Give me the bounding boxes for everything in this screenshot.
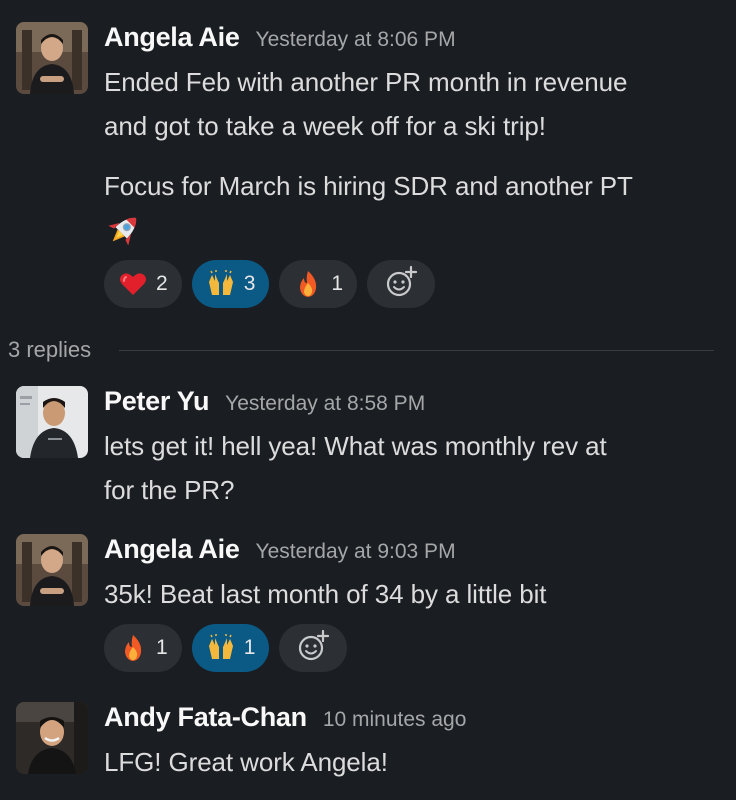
author-name[interactable]: Angela Aie <box>104 22 240 53</box>
add-reaction-button[interactable] <box>279 624 348 672</box>
person-avatar-peter-icon <box>16 386 88 458</box>
reaction-count: 2 <box>156 272 168 295</box>
avatar[interactable] <box>16 386 88 458</box>
reaction-red-heart[interactable]: 2 <box>104 260 182 308</box>
timestamp[interactable]: Yesterday at 9:03 PM <box>256 540 456 564</box>
reaction-count: 3 <box>243 272 256 295</box>
add-emoji-icon <box>296 629 330 668</box>
message-text: Ended Feb with another PR month in reven… <box>104 67 628 141</box>
author-name[interactable]: Peter Yu <box>104 386 209 417</box>
reaction-raising-hands[interactable]: 1 <box>191 624 270 672</box>
reactions-bar: 1 1 <box>104 624 720 672</box>
avatar[interactable] <box>16 22 88 94</box>
reaction-fire[interactable]: 1 <box>279 260 358 308</box>
person-avatar-angela-icon <box>16 534 88 606</box>
raising-hands-icon <box>206 633 236 663</box>
reaction-count: 1 <box>156 636 168 659</box>
message-text: lets get it! hell yea! What was monthly … <box>104 431 607 505</box>
timestamp[interactable]: Yesterday at 8:06 PM <box>256 28 456 52</box>
reaction-raising-hands[interactable]: 3 <box>191 260 270 308</box>
rocket-icon <box>104 208 720 252</box>
divider <box>119 349 714 351</box>
reactions-bar: 2 3 1 <box>104 260 720 308</box>
message-text: LFG! Great work Angela! <box>104 747 388 777</box>
timestamp[interactable]: Yesterday at 8:58 PM <box>225 392 425 416</box>
message-text: 35k! Beat last month of 34 by a little b… <box>104 579 547 609</box>
reaction-fire[interactable]: 1 <box>104 624 182 672</box>
red-heart-icon <box>118 269 148 299</box>
replies-count[interactable]: 3 replies <box>0 337 91 363</box>
timestamp[interactable]: 10 minutes ago <box>323 708 467 732</box>
add-emoji-icon <box>384 265 418 304</box>
avatar[interactable] <box>16 534 88 606</box>
raising-hands-icon <box>206 269 236 299</box>
reaction-count: 1 <box>243 636 256 659</box>
person-avatar-andy-icon <box>16 702 88 774</box>
person-avatar-angela-icon <box>16 22 88 94</box>
reaction-count: 1 <box>331 272 344 295</box>
author-name[interactable]: Angela Aie <box>104 534 240 565</box>
fire-icon <box>293 269 323 299</box>
message-thread: Angela Aie Yesterday at 8:06 PM Ended Fe… <box>0 0 736 800</box>
avatar[interactable] <box>16 702 88 774</box>
fire-icon <box>118 633 148 663</box>
replies-divider: 3 replies <box>0 330 736 370</box>
author-name[interactable]: Andy Fata-Chan <box>104 702 307 733</box>
message-text: Focus for March is hiring SDR and anothe… <box>104 171 633 201</box>
add-reaction-button[interactable] <box>367 260 436 308</box>
